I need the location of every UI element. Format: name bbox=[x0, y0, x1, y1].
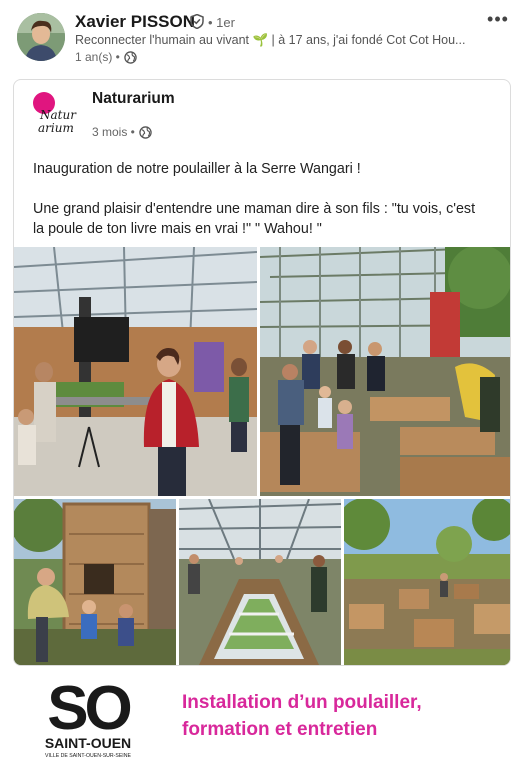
photo-garden-beds[interactable] bbox=[260, 247, 510, 496]
photo-inauguration-speech[interactable] bbox=[14, 247, 257, 496]
logo-city-text: SAINT-OUEN bbox=[45, 735, 131, 751]
logo-text-bottom: arium bbox=[38, 121, 74, 135]
shared-post-meta: 3 mois • bbox=[92, 125, 152, 139]
globe-icon bbox=[139, 125, 152, 139]
photo-greenhouse-interior[interactable] bbox=[179, 499, 341, 665]
post-meta: 1 an(s) • bbox=[75, 50, 137, 64]
saint-ouen-logo: SO SAINT-OUEN VILLE DE SAINT-OUEN-SUR-SE… bbox=[45, 681, 135, 759]
connection-degree: • 1er bbox=[208, 15, 235, 30]
post-time: 1 an(s) • bbox=[75, 50, 120, 64]
author-name[interactable]: Xavier PISSON bbox=[75, 12, 195, 32]
caption-line: Installation d’un poulailler, bbox=[182, 692, 422, 713]
post-text: Inauguration de notre poulailler à la Se… bbox=[33, 159, 488, 259]
shared-post-card[interactable]: Natur arium Naturarium 3 mois • Inaugura… bbox=[13, 79, 511, 666]
post-paragraph: Une grand plaisir d'entendre une maman d… bbox=[33, 201, 476, 237]
more-options-button[interactable]: ••• bbox=[485, 8, 511, 30]
logo-text-top: Natur bbox=[39, 108, 77, 122]
author-avatar[interactable] bbox=[17, 13, 65, 61]
caption-line: formation et entretien bbox=[182, 719, 378, 740]
shared-post-time: 3 mois • bbox=[92, 125, 135, 139]
post-paragraph: Inauguration de notre poulailler à la Se… bbox=[33, 161, 361, 177]
naturarium-logo[interactable]: Natur arium bbox=[31, 90, 81, 138]
logo-so-text: SO bbox=[47, 681, 130, 743]
verified-badge-icon bbox=[190, 14, 204, 29]
company-name[interactable]: Naturarium bbox=[92, 90, 175, 108]
caption: Installation d’un poulailler, formation … bbox=[182, 689, 422, 743]
photo-chicken-coop[interactable] bbox=[14, 499, 176, 665]
author-headline: Reconnecter l'humain au vivant 🌱 | à 17 … bbox=[75, 33, 466, 47]
logo-subtitle-text: VILLE DE SAINT-OUEN-SUR-SEINE bbox=[45, 753, 131, 759]
photo-outdoor-garden[interactable] bbox=[344, 499, 510, 665]
globe-icon bbox=[124, 50, 137, 64]
